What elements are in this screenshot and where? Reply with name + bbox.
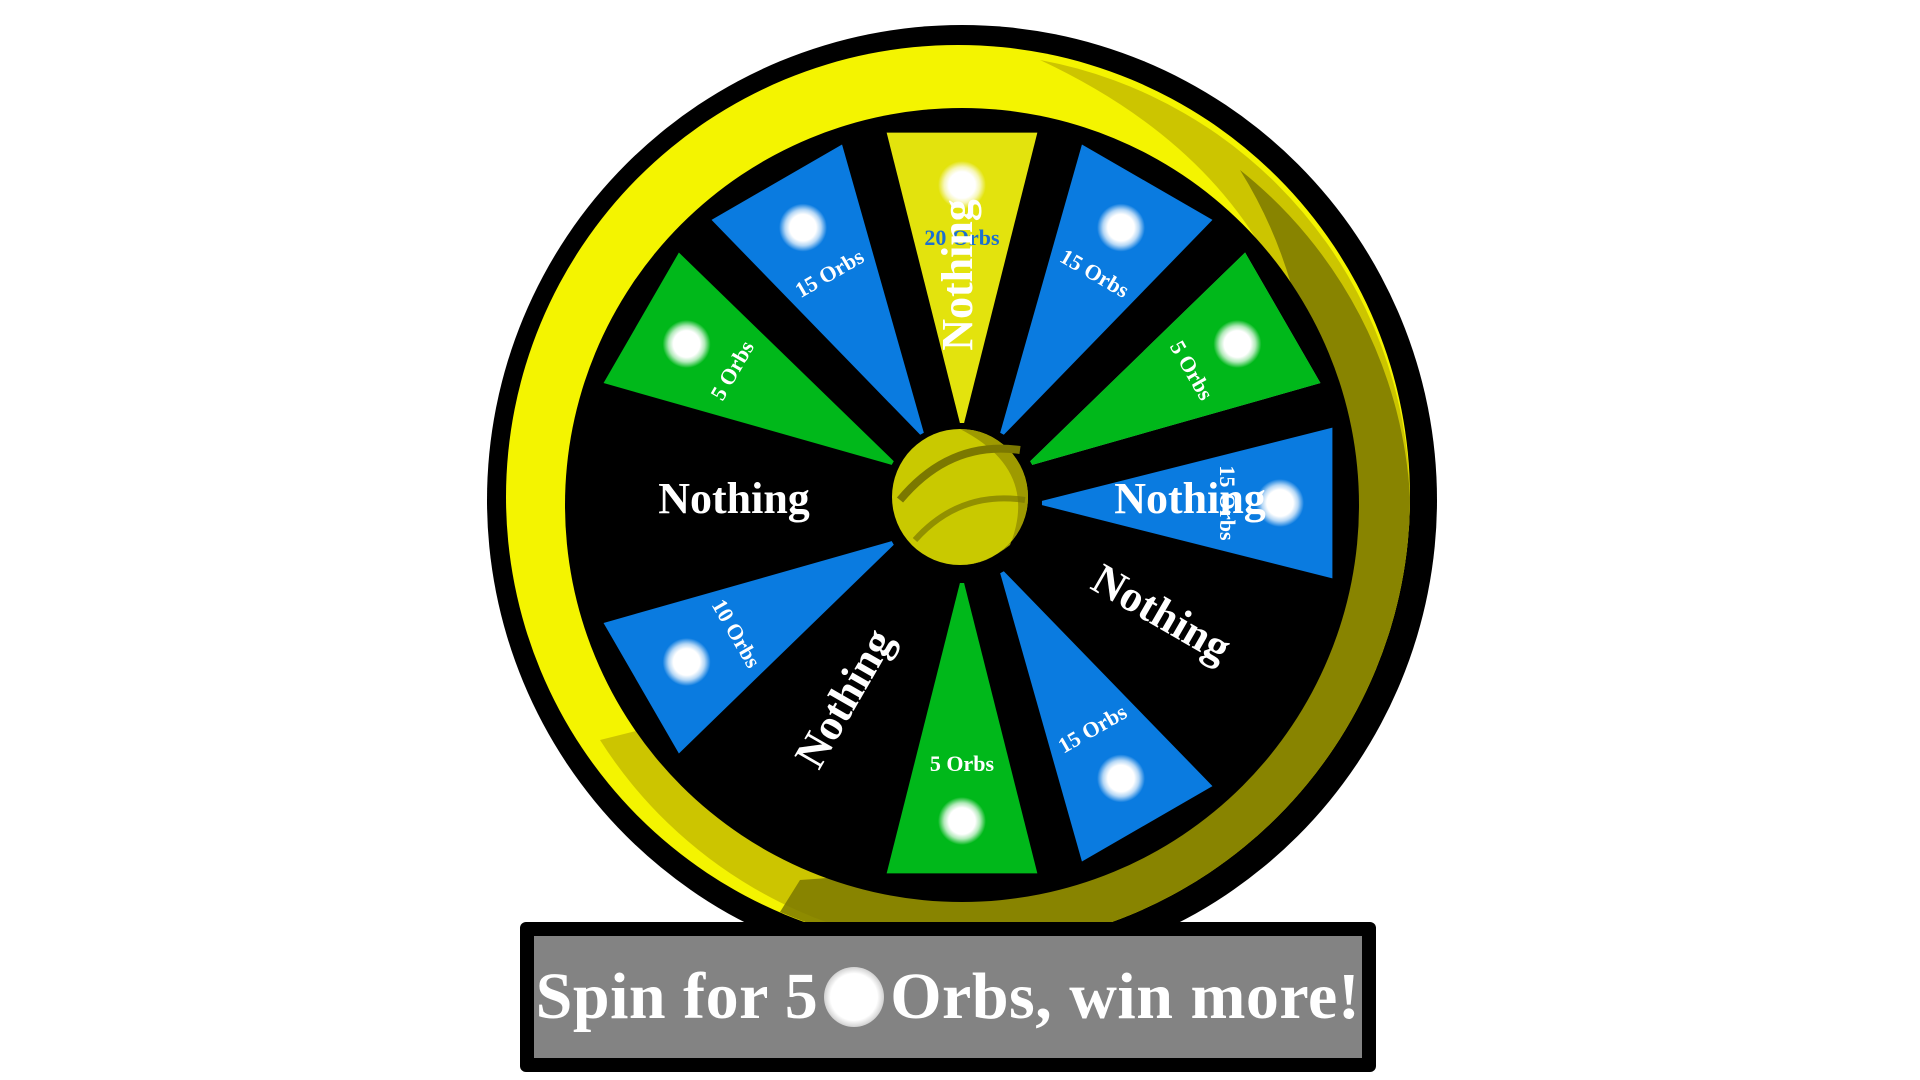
spin-wheel-game: 20 OrbsNothing5 Orbs15 OrbsNothing15 Orb… (0, 0, 1920, 1080)
wheel-segment-label: Nothing (933, 199, 982, 351)
spin-banner[interactable]: Spin for 5 Orbs, win more! (520, 922, 1376, 1072)
wheel-segment-16: Nothing (1114, 474, 1266, 523)
banner-text-before: Spin for 5 (535, 960, 819, 1033)
white-orb-icon (1097, 203, 1145, 252)
white-orb-icon (1097, 754, 1145, 803)
wheel-segment-13: Nothing (933, 199, 982, 351)
white-orb-icon (938, 797, 986, 845)
white-orb-icon (662, 638, 711, 686)
spin-wheel[interactable]: 20 OrbsNothing5 Orbs15 OrbsNothing15 Orb… (0, 0, 1920, 1080)
spin-banner-label[interactable]: Spin for 5 Orbs, win more! (534, 936, 1362, 1058)
wheel-segment-10: Nothing (658, 474, 810, 523)
wheel-segment-label: 5 Orbs (930, 751, 995, 776)
wheel-segment-label: Nothing (1114, 474, 1266, 523)
white-orb-icon (779, 203, 827, 252)
white-orb-icon (824, 967, 885, 1027)
white-orb-icon (1213, 320, 1262, 368)
white-orb-icon (662, 320, 711, 368)
wheel-segment-label: Nothing (658, 474, 810, 523)
banner-text-after: Orbs, win more! (890, 960, 1361, 1033)
